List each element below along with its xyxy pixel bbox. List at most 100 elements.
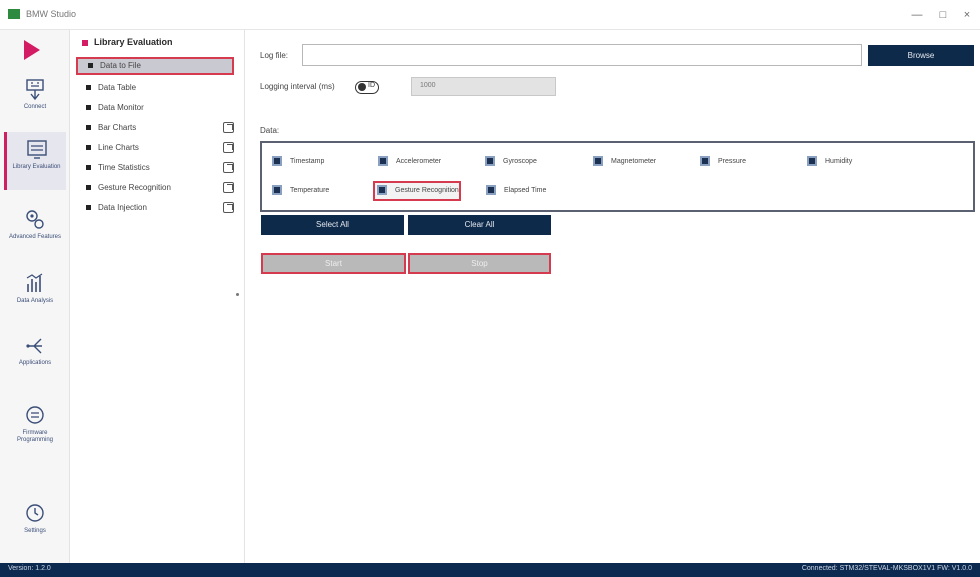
tree-item-label: Data Injection xyxy=(98,203,147,212)
checkbox-label: Gyroscope xyxy=(503,158,537,165)
interval-toggle[interactable]: ID xyxy=(355,81,379,94)
data-options-group: Timestamp Accelerometer Gyroscope Magnet… xyxy=(260,141,975,212)
nav-label-connect: Connect xyxy=(23,104,47,110)
checkbox-checked-icon xyxy=(272,156,282,167)
tree-root[interactable]: Library Evaluation xyxy=(82,37,173,47)
bullet-icon xyxy=(86,145,91,151)
advanced-features-icon xyxy=(26,210,44,229)
checkbox-humidity[interactable]: Humidity xyxy=(805,154,852,170)
checkbox-label: Elapsed Time xyxy=(504,187,547,194)
tree-item-label: Data Monitor xyxy=(98,103,144,112)
tree-item-time-statistics[interactable]: Time Statistics xyxy=(76,159,234,177)
open-external-icon[interactable] xyxy=(223,122,234,133)
checkbox-temperature[interactable]: Temperature xyxy=(270,183,329,199)
applications-icon xyxy=(26,338,42,354)
browse-button[interactable]: Browse xyxy=(868,45,974,66)
checkbox-accelerometer[interactable]: Accelerometer xyxy=(376,154,441,170)
logging-interval-input[interactable]: 1000 xyxy=(411,77,556,96)
nav-item-data-analysis[interactable]: Data Analysis xyxy=(4,266,66,324)
checkbox-checked-icon xyxy=(377,185,387,196)
bullet-icon xyxy=(86,125,91,131)
open-external-icon[interactable] xyxy=(223,142,234,153)
log-file-input[interactable] xyxy=(302,44,862,66)
tree-item-data-monitor[interactable]: Data Monitor xyxy=(76,99,234,117)
root-marker-icon xyxy=(82,39,88,46)
version-text: Version: 1.2.0 xyxy=(8,565,51,572)
tree-item-label: Bar Charts xyxy=(98,123,137,132)
settings-icon xyxy=(26,504,44,522)
checkbox-elapsed-time[interactable]: Elapsed Time xyxy=(484,183,546,199)
nav-label-library-evaluation: Library Evaluation xyxy=(12,164,61,170)
open-external-icon[interactable] xyxy=(223,202,234,213)
open-external-icon[interactable] xyxy=(223,182,234,193)
connection-status: Connected: STM32/STEVAL-MKSBOX1V1 FW: V1… xyxy=(801,565,972,572)
tree-item-bar-charts[interactable]: Bar Charts xyxy=(76,119,234,137)
panel-collapse-handle[interactable] xyxy=(236,293,239,296)
status-bar: Version: 1.2.0 Connected: STM32/STEVAL-M… xyxy=(0,563,980,577)
checkbox-gyroscope[interactable]: Gyroscope xyxy=(483,154,537,170)
checkbox-checked-icon xyxy=(486,185,496,196)
tree-item-label: Time Statistics xyxy=(98,163,150,172)
checkbox-label: Magnetometer xyxy=(611,158,657,165)
tree-item-data-injection[interactable]: Data Injection xyxy=(76,199,234,217)
nav-item-firmware-programming[interactable]: Firmware Programming xyxy=(4,398,66,456)
nav-item-settings[interactable]: Settings xyxy=(4,496,66,554)
tree-item-label: Line Charts xyxy=(98,143,139,152)
tree-item-label: Gesture Recognition xyxy=(98,183,171,192)
bullet-icon xyxy=(86,185,91,191)
bullet-icon xyxy=(86,105,91,111)
start-button[interactable]: Start xyxy=(261,253,406,274)
play-icon[interactable] xyxy=(24,40,40,60)
checkbox-checked-icon xyxy=(485,156,495,167)
checkbox-checked-icon xyxy=(378,156,388,167)
tree-item-label: Data to File xyxy=(100,61,141,70)
checkbox-timestamp[interactable]: Timestamp xyxy=(270,154,324,170)
app-logo-icon xyxy=(8,9,20,19)
maximize-button[interactable]: □ xyxy=(930,6,956,24)
nav-item-applications[interactable]: Applications xyxy=(4,328,66,386)
tree-item-label: Data Table xyxy=(98,83,137,92)
toggle-text: ID xyxy=(368,82,375,89)
open-external-icon[interactable] xyxy=(223,162,234,173)
nav-item-advanced-features[interactable]: Advanced Features xyxy=(4,202,66,260)
nav-label-firmware-programming: Firmware Programming xyxy=(16,430,53,443)
checkbox-gesture-recognition[interactable]: Gesture Recognition xyxy=(373,181,461,201)
checkbox-pressure[interactable]: Pressure xyxy=(698,154,746,170)
nav-label-applications: Applications xyxy=(18,360,52,366)
checkbox-checked-icon xyxy=(700,156,710,167)
tree-item-data-to-file[interactable]: Data to File xyxy=(76,57,234,75)
checkbox-label: Humidity xyxy=(825,158,853,165)
nav-item-connect[interactable]: Connect xyxy=(4,72,66,130)
select-all-button[interactable]: Select All xyxy=(261,215,404,235)
bullet-icon xyxy=(86,85,91,91)
checkbox-magnetometer[interactable]: Magnetometer xyxy=(591,154,656,170)
stop-button[interactable]: Stop xyxy=(408,253,551,274)
close-button[interactable]: × xyxy=(954,6,980,24)
data-analysis-icon xyxy=(26,273,43,292)
tree-item-line-charts[interactable]: Line Charts xyxy=(76,139,234,157)
checkbox-label: Pressure xyxy=(718,158,747,165)
bullet-icon xyxy=(86,205,91,211)
minimize-button[interactable]: — xyxy=(904,6,930,24)
nav-label-data-analysis: Data Analysis xyxy=(16,298,54,304)
checkbox-label: Gesture Recognition xyxy=(395,187,459,194)
bullet-icon xyxy=(86,165,91,171)
log-file-label: Log file: xyxy=(260,51,289,60)
title-bar: BMW Studio — □ × xyxy=(0,0,980,30)
tree-item-gesture-recognition[interactable]: Gesture Recognition xyxy=(76,179,234,197)
nav-label-settings: Settings xyxy=(24,528,46,534)
checkbox-label: Timestamp xyxy=(290,158,325,165)
left-navigation: Connect Library Evaluation Advanced Feat… xyxy=(0,30,70,563)
checkbox-label: Accelerometer xyxy=(396,158,442,165)
checkbox-checked-icon xyxy=(272,185,282,196)
checkbox-checked-icon xyxy=(807,156,817,167)
toggle-knob xyxy=(358,83,366,91)
tree-root-label: Library Evaluation xyxy=(94,37,173,47)
window-title: BMW Studio xyxy=(26,9,77,19)
nav-item-library-evaluation[interactable]: Library Evaluation xyxy=(4,132,66,190)
checkbox-label: Temperature xyxy=(290,187,330,194)
nav-label-advanced-features: Advanced Features xyxy=(8,234,62,240)
tree-item-data-table[interactable]: Data Table xyxy=(76,79,234,97)
checkbox-checked-icon xyxy=(593,156,603,167)
clear-all-button[interactable]: Clear All xyxy=(408,215,551,235)
